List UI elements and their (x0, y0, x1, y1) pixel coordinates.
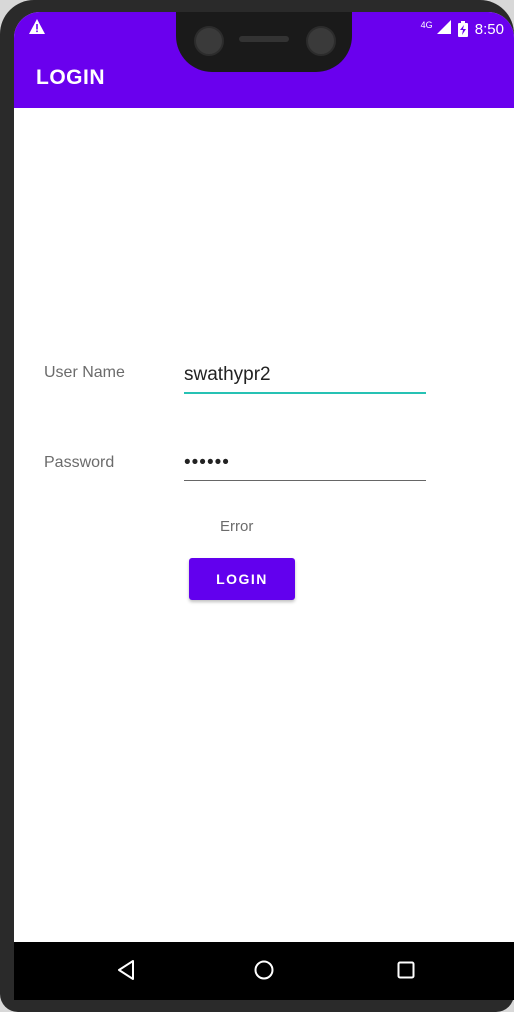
password-field[interactable]: •••••• (184, 452, 426, 481)
username-field[interactable]: swathypr2 (184, 364, 426, 394)
app-bar-title: LOGIN (36, 66, 105, 89)
recents-icon[interactable] (393, 957, 419, 983)
error-message: Error (220, 518, 254, 535)
app-bar: 4G 8:50 LOGIN (14, 12, 514, 108)
username-label: User Name (44, 364, 125, 381)
front-sensor-icon (306, 26, 336, 56)
screen: 4G 8:50 LOGIN User Name swathypr2 Passwo… (14, 12, 514, 1000)
warning-icon (29, 19, 45, 34)
front-camera-icon (194, 26, 224, 56)
signal-icon: 4G (421, 20, 451, 38)
status-indicators: 4G 8:50 (421, 20, 504, 38)
network-type: 4G (420, 20, 433, 30)
signal-bars-icon (436, 20, 451, 34)
navigation-bar (14, 942, 514, 1000)
status-time: 8:50 (474, 20, 504, 38)
phone-frame: 4G 8:50 LOGIN User Name swathypr2 Passwo… (0, 0, 514, 1012)
battery-icon (457, 21, 468, 37)
earpiece-speaker (239, 36, 289, 42)
login-button[interactable]: LOGIN (189, 558, 295, 600)
password-label: Password (44, 454, 115, 471)
back-icon[interactable] (113, 957, 139, 983)
camera-notch (176, 12, 352, 72)
home-icon[interactable] (251, 957, 277, 983)
